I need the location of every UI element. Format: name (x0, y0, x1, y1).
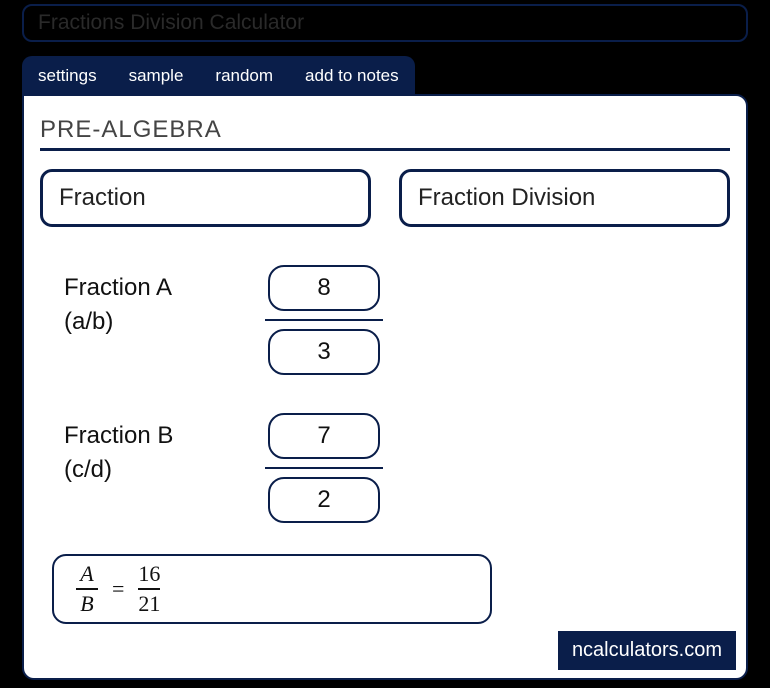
category-header: PRE-ALGEBRA (40, 116, 730, 151)
page-title: Fractions Division Calculator (38, 11, 304, 35)
brand-badge: ncalculators.com (558, 631, 736, 670)
fraction-a-sub: (a/b) (64, 308, 113, 335)
inputs-area: Fraction A (a/b) Fraction B (c/d) (64, 265, 706, 523)
fraction-a-denominator-input[interactable] (268, 329, 380, 375)
tabs-bar: settings sample random add to notes (22, 56, 415, 96)
fraction-b-bar (265, 467, 383, 469)
result-lhs-bot: B (80, 593, 93, 615)
select-row: Fraction Fraction Division (40, 169, 730, 227)
fraction-b-sub: (c/d) (64, 456, 112, 483)
fraction-a-name: Fraction A (64, 274, 172, 301)
tab-random[interactable]: random (199, 56, 289, 96)
select-operation[interactable]: Fraction Division (399, 169, 730, 227)
calculator-panel: PRE-ALGEBRA Fraction Fraction Division F… (22, 94, 748, 680)
select-operation-label: Fraction Division (418, 184, 595, 211)
select-type-label: Fraction (59, 184, 146, 211)
fraction-a-numerator-input[interactable] (268, 265, 380, 311)
result-lhs-top: A (80, 563, 93, 585)
fraction-a-label: Fraction A (a/b) (64, 265, 264, 338)
category-label: PRE-ALGEBRA (40, 116, 222, 143)
fraction-a-row: Fraction A (a/b) (64, 265, 706, 375)
fraction-b-inputs (264, 413, 384, 523)
fraction-b-label: Fraction B (c/d) (64, 413, 264, 486)
select-type[interactable]: Fraction (40, 169, 371, 227)
fraction-b-numerator-input[interactable] (268, 413, 380, 459)
result-rhs-bot: 21 (138, 593, 160, 615)
tab-sample[interactable]: sample (113, 56, 200, 96)
fraction-a-inputs (264, 265, 384, 375)
result-eq: = (112, 576, 124, 602)
fraction-b-denominator-input[interactable] (268, 477, 380, 523)
result-rhs-bar (138, 588, 160, 590)
result-lhs-bar (76, 588, 98, 590)
fraction-a-bar (265, 319, 383, 321)
result-lhs-fraction: A B (76, 563, 98, 615)
fraction-b-name: Fraction B (64, 422, 173, 449)
result-rhs-top: 16 (138, 563, 160, 585)
tab-settings[interactable]: settings (22, 56, 113, 96)
page-title-box: Fractions Division Calculator (22, 4, 748, 42)
result-box: A B = 16 21 (52, 554, 492, 624)
fraction-b-row: Fraction B (c/d) (64, 413, 706, 523)
result-rhs-fraction: 16 21 (138, 563, 160, 615)
tab-add-to-notes[interactable]: add to notes (289, 56, 415, 96)
